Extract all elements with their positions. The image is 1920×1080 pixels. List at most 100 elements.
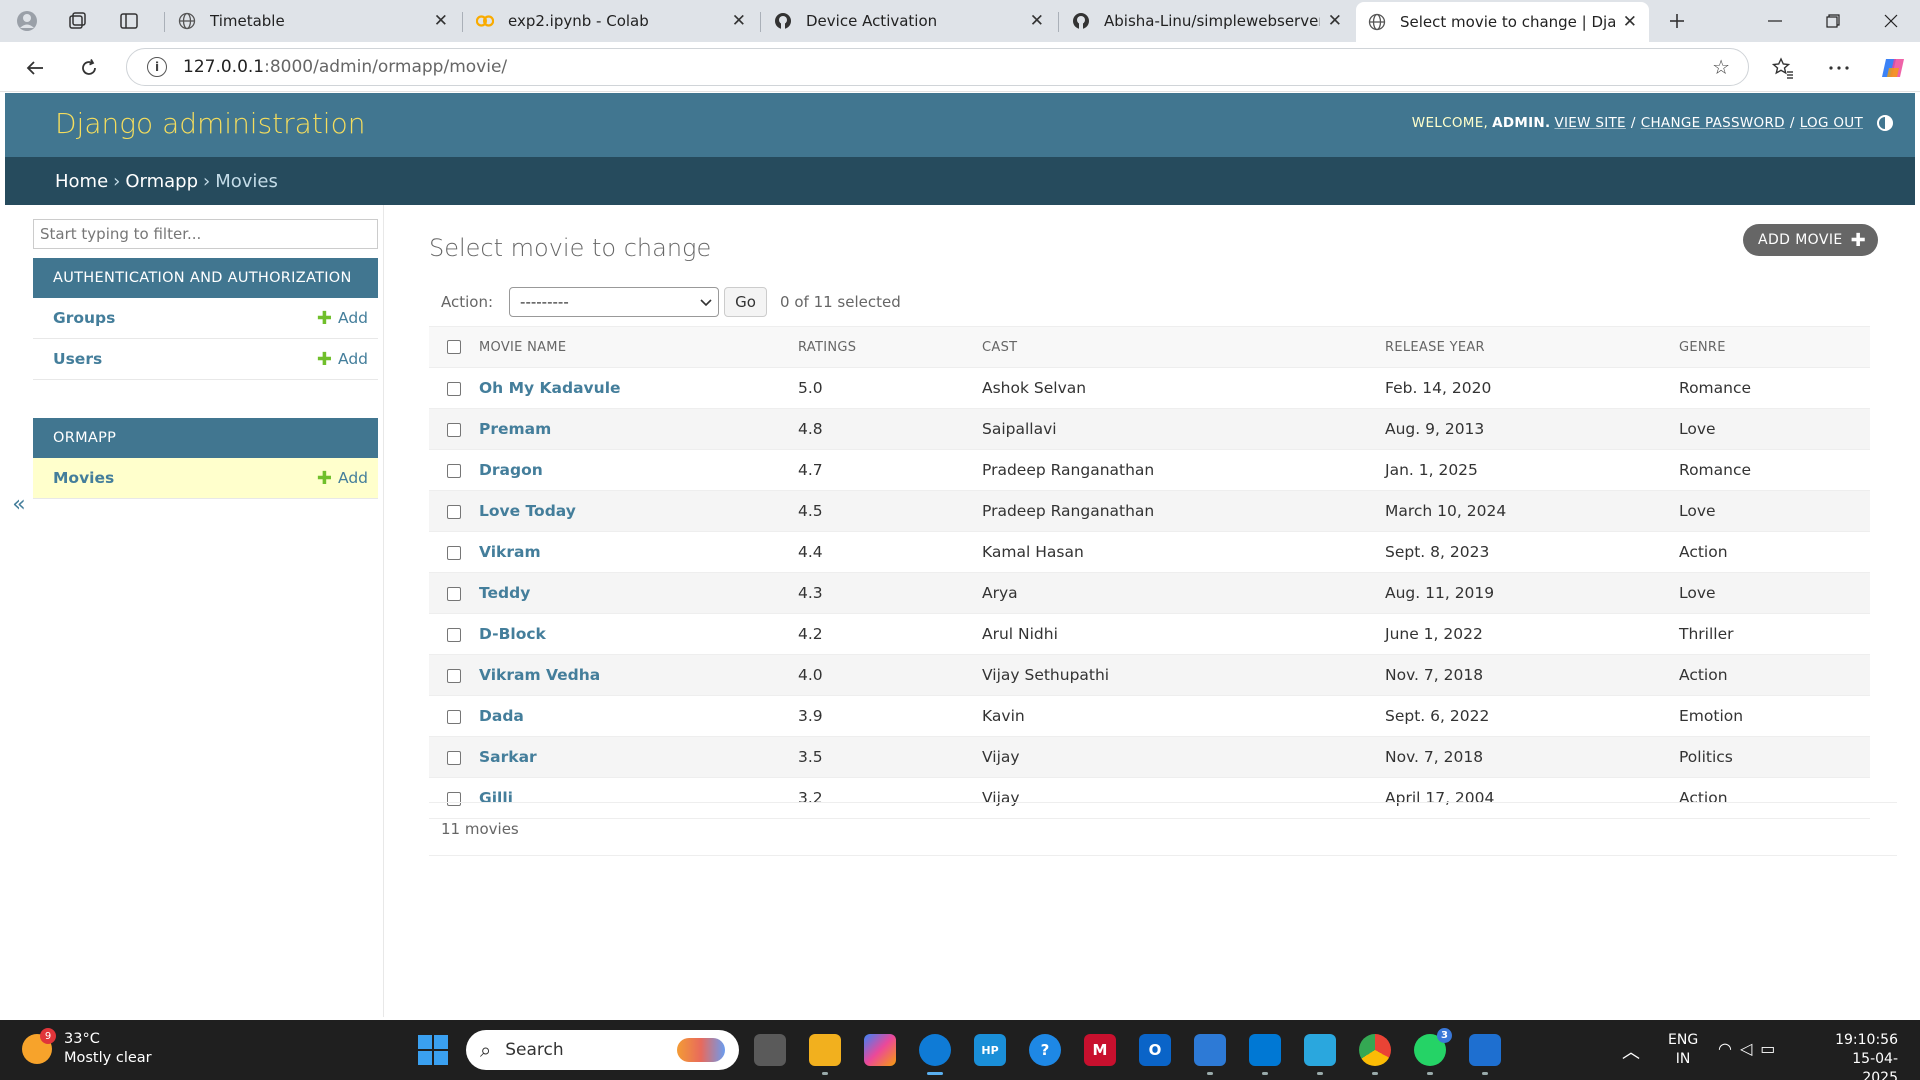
column-header[interactable]: GENRE [1679, 326, 1870, 368]
copilot-app-icon[interactable] [864, 1034, 896, 1066]
row-checkbox[interactable] [447, 750, 461, 765]
profile-icon[interactable] [12, 7, 42, 35]
release-date-cell: Aug. 9, 2013 [1385, 408, 1679, 450]
row-checkbox[interactable] [447, 504, 461, 519]
add-users-link[interactable]: ✚ Add [317, 349, 368, 370]
row-checkbox[interactable] [447, 463, 461, 478]
movie-link[interactable]: Dragon [479, 461, 543, 479]
reload-icon[interactable] [72, 51, 106, 85]
theme-toggle-icon[interactable] [1877, 115, 1893, 131]
close-tab-icon[interactable]: ✕ [1623, 12, 1637, 32]
favorite-star-icon[interactable]: ☆ [1712, 55, 1730, 79]
close-tab-icon[interactable]: ✕ [1030, 11, 1044, 31]
sidebar-item-movies[interactable]: Movies ✚ Add [33, 458, 378, 499]
tab-simplewebserver[interactable]: Abisha-Linu/simplewebserver ✕ [1060, 2, 1354, 40]
outlook-icon[interactable]: O [1139, 1034, 1171, 1066]
movie-link[interactable]: Love Today [479, 502, 576, 520]
clock[interactable]: 19:10:56 15-04-2025 [1818, 1031, 1898, 1080]
breadcrumb-home[interactable]: Home [55, 171, 108, 192]
add-groups-link[interactable]: ✚ Add [317, 308, 368, 329]
tab-device-activation[interactable]: Device Activation ✕ [762, 2, 1056, 40]
movie-link[interactable]: D-Block [479, 625, 546, 643]
system-tray[interactable]: ◠◁▭ [1718, 1039, 1783, 1058]
go-button[interactable]: Go [724, 287, 768, 317]
module-caption-ormapp[interactable]: ORMAPP [33, 418, 378, 458]
sidebar-item-users[interactable]: Users ✚ Add [33, 339, 378, 380]
weather-widget[interactable]: 9 33°C Mostly clear [22, 1028, 152, 1068]
taskbar-search[interactable]: ⌕ Search [466, 1030, 739, 1070]
column-header[interactable]: MOVIE NAME [479, 326, 798, 368]
close-tab-icon[interactable]: ✕ [1328, 11, 1342, 31]
select-all-checkbox[interactable] [447, 340, 461, 354]
taskbar: 9 33°C Mostly clear ⌕ Search HP ? M O 3 … [0, 1020, 1920, 1080]
sidebar-item-label[interactable]: Users [53, 350, 317, 368]
chevron-up-icon[interactable]: ︿ [1622, 1038, 1640, 1064]
tab-colab[interactable]: exp2.ipynb - Colab ✕ [464, 2, 758, 40]
whatsapp-icon[interactable]: 3 [1414, 1028, 1452, 1075]
workspaces-icon[interactable] [62, 7, 92, 35]
sidebar-item-groups[interactable]: Groups ✚ Add [33, 298, 378, 339]
tab-timetable[interactable]: Timetable ✕ [166, 2, 460, 40]
row-checkbox[interactable] [447, 586, 461, 601]
more-menu-icon[interactable] [1822, 51, 1856, 85]
start-tile [418, 1051, 432, 1065]
chrome-icon[interactable] [1359, 1034, 1391, 1075]
movie-link[interactable]: Teddy [479, 584, 530, 602]
myhp-icon[interactable]: HP [974, 1034, 1006, 1066]
module-caption-auth[interactable]: AUTHENTICATION AND AUTHORIZATION [33, 258, 378, 298]
store-icon[interactable] [1194, 1034, 1226, 1075]
movie-link[interactable]: Oh My Kadavule [479, 379, 621, 397]
photos-icon[interactable] [1469, 1034, 1501, 1075]
movie-link[interactable]: Sarkar [479, 748, 537, 766]
task-view-icon[interactable] [754, 1034, 786, 1066]
minimize-icon[interactable] [1746, 0, 1804, 42]
language-indicator[interactable]: ENG IN [1668, 1031, 1698, 1069]
movie-link[interactable]: Dada [479, 707, 524, 725]
column-header[interactable]: CAST [982, 326, 1385, 368]
sidebar-item-label[interactable]: Movies [53, 469, 317, 487]
change-password-link[interactable]: CHANGE PASSWORD [1641, 115, 1785, 131]
movie-link[interactable]: Premam [479, 420, 551, 438]
add-movie-button[interactable]: ADD MOVIE ✚ [1743, 224, 1879, 256]
close-tab-icon[interactable]: ✕ [434, 11, 448, 31]
edge-icon[interactable] [919, 1034, 951, 1075]
column-header[interactable]: RELEASE YEAR [1385, 326, 1679, 368]
restore-icon[interactable] [1804, 0, 1862, 42]
row-checkbox[interactable] [447, 545, 461, 560]
file-explorer-icon[interactable] [809, 1034, 841, 1075]
back-icon[interactable] [18, 51, 52, 85]
vscode-icon[interactable] [1249, 1034, 1281, 1075]
action-select[interactable]: --------- [509, 287, 720, 317]
site-info-icon[interactable]: i [147, 57, 167, 77]
add-movies-link[interactable]: ✚ Add [317, 468, 368, 489]
cast-cell: Vijay [982, 736, 1385, 778]
movie-link[interactable]: Vikram Vedha [479, 666, 600, 684]
sidebar-item-label[interactable]: Groups [53, 309, 317, 327]
toggle-sidebar-button[interactable]: « [5, 489, 33, 519]
start-button[interactable] [418, 1035, 448, 1065]
close-window-icon[interactable] [1862, 0, 1920, 42]
close-tab-icon[interactable]: ✕ [732, 11, 746, 31]
notepad-icon[interactable] [1304, 1034, 1336, 1075]
column-header[interactable]: RATINGS [798, 326, 982, 368]
row-checkbox[interactable] [447, 381, 461, 396]
view-site-link[interactable]: VIEW SITE [1554, 115, 1625, 131]
address-bar[interactable]: i 127.0.0.1:8000/admin/ormapp/movie/ ☆ [126, 48, 1749, 86]
copilot-icon[interactable] [1876, 51, 1910, 85]
movie-link[interactable]: Vikram [479, 543, 541, 561]
breadcrumb-app[interactable]: Ormapp [125, 171, 198, 192]
tab-django-admin[interactable]: Select movie to change | Django ✕ [1356, 2, 1649, 42]
tab-actions-icon[interactable] [114, 7, 144, 35]
help-icon[interactable]: ? [1029, 1034, 1061, 1066]
favorites-icon[interactable] [1766, 51, 1800, 85]
log-out-link[interactable]: LOG OUT [1800, 115, 1863, 131]
row-checkbox[interactable] [447, 709, 461, 724]
cast-cell: Kavin [982, 695, 1385, 737]
nav-filter-input[interactable]: Start typing to filter... [33, 219, 378, 249]
new-tab-icon[interactable] [1662, 7, 1692, 35]
row-checkbox[interactable] [447, 627, 461, 642]
row-checkbox[interactable] [447, 668, 461, 683]
row-checkbox[interactable] [447, 422, 461, 437]
site-branding[interactable]: Django administration [55, 107, 365, 140]
mcafee-icon[interactable]: M [1084, 1034, 1116, 1066]
